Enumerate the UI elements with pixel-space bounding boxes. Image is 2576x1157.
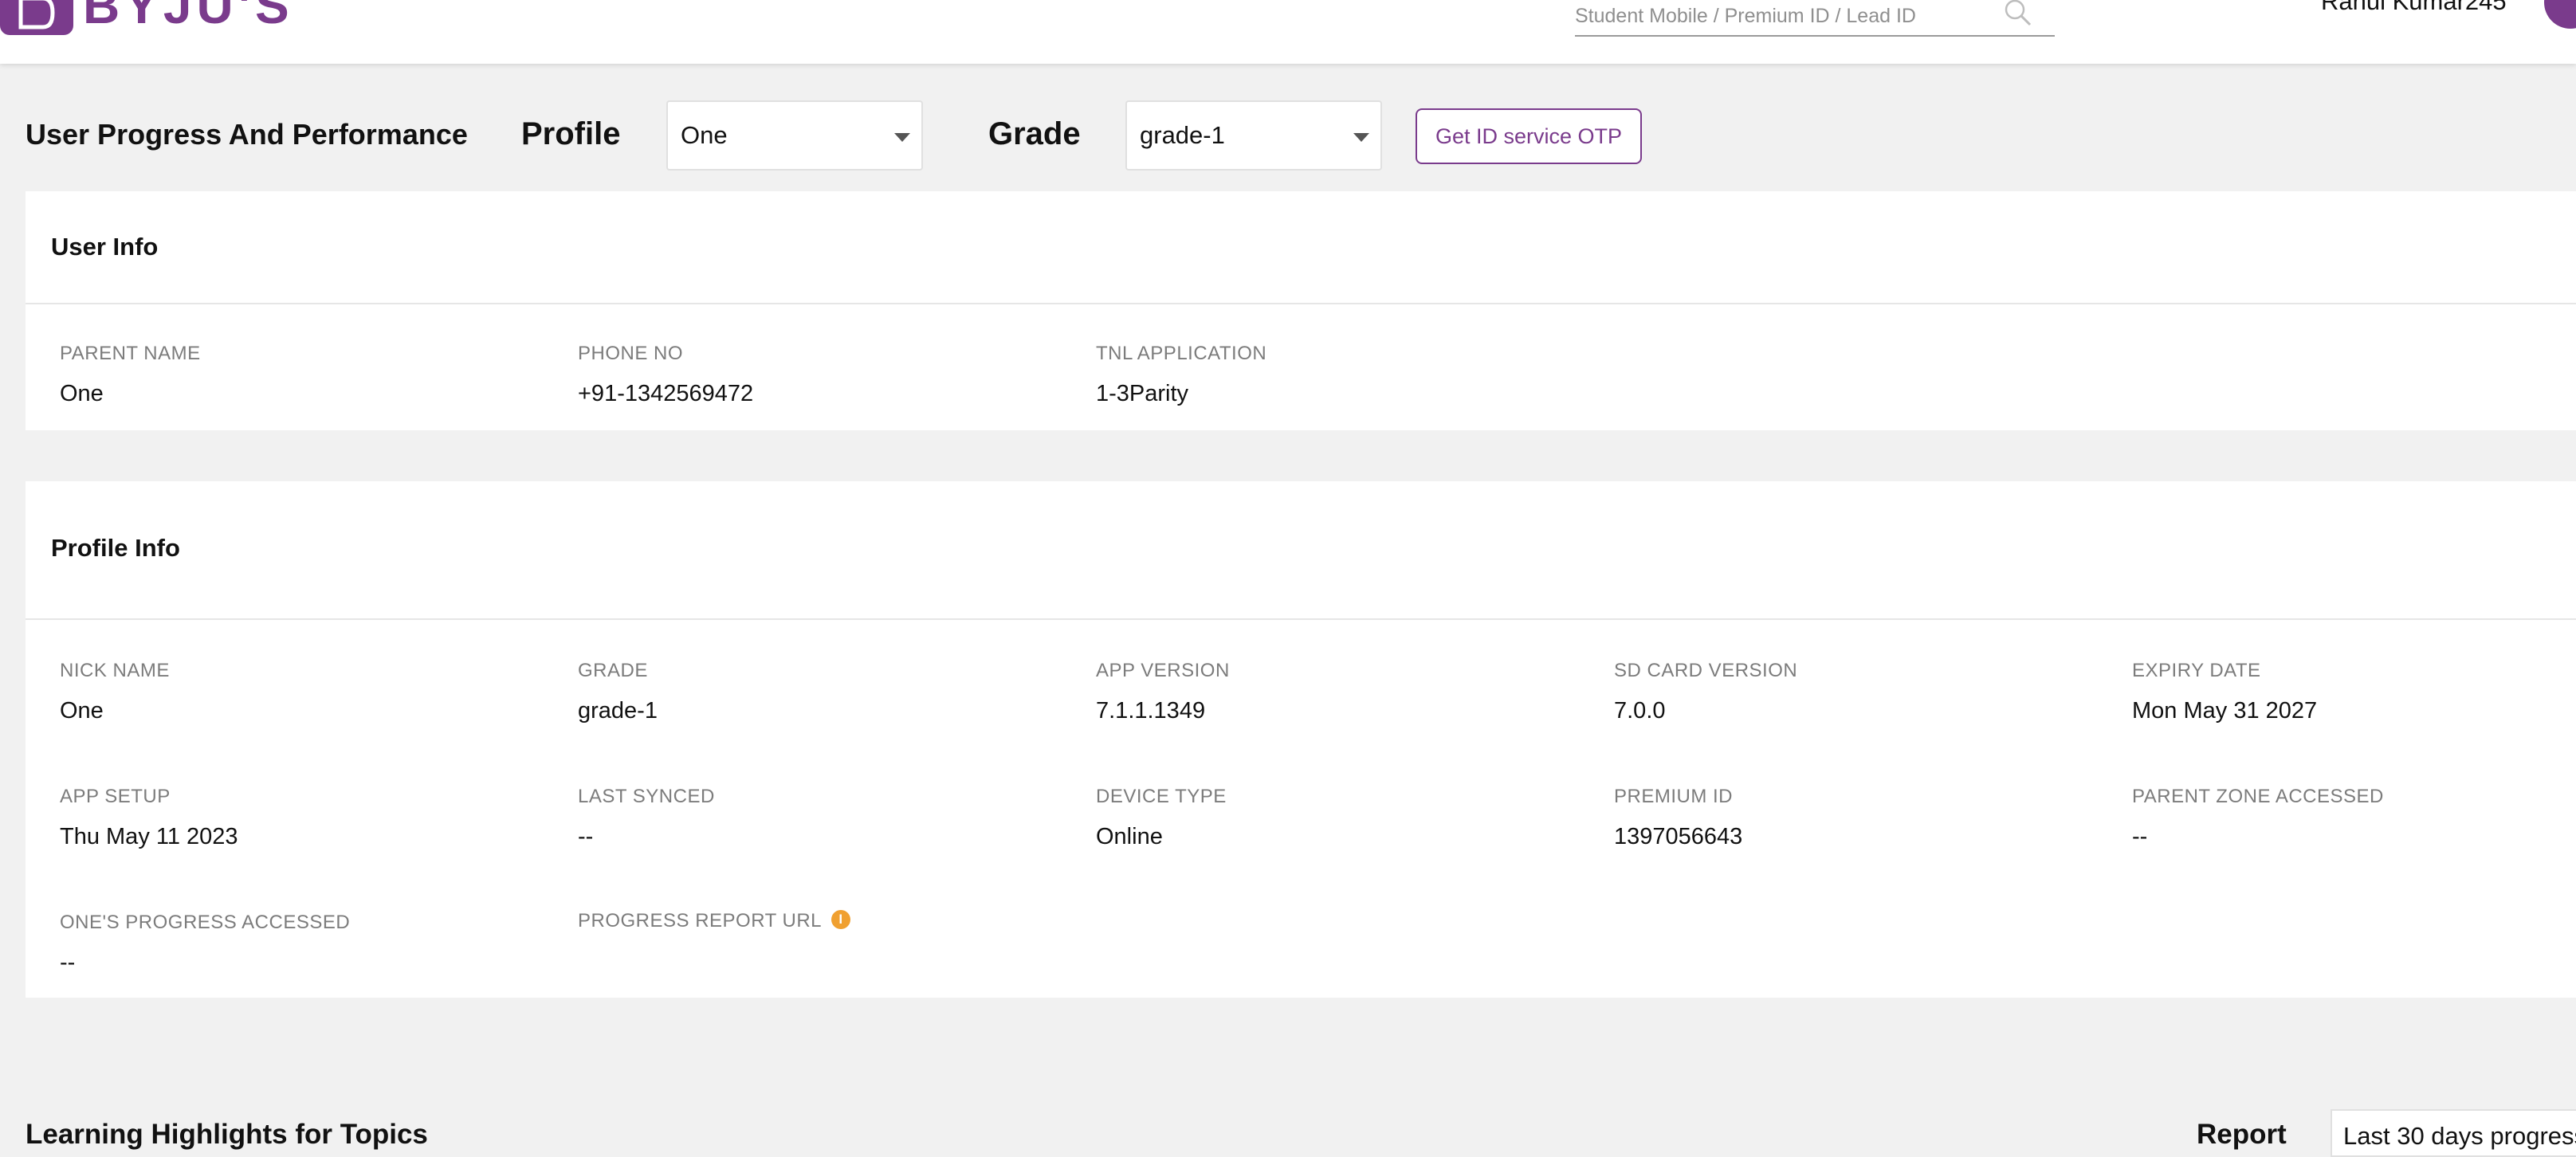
avatar[interactable]: [2544, 0, 2576, 29]
field-value: Online: [1096, 824, 1163, 849]
field-label: PHONE NO: [578, 343, 684, 364]
field-value: --: [578, 824, 594, 849]
search-input[interactable]: [1575, 0, 1989, 32]
search-icon[interactable]: [2002, 0, 2034, 29]
field-premium-id: PREMIUM ID 1397056643: [1614, 786, 1742, 850]
field-value: 7.0.0: [1614, 698, 1666, 724]
field-value: 1-3Parity: [1096, 381, 1189, 406]
field-value: --: [2132, 824, 2148, 849]
field-label: ONE'S PROGRESS ACCESSED: [60, 912, 351, 933]
field-value: One: [60, 698, 104, 724]
chevron-down-icon: [894, 133, 910, 142]
field-value: +91-1342569472: [578, 381, 754, 406]
field-phone-no: PHONE NO +91-1342569472: [578, 343, 753, 407]
field-last-synced: LAST SYNCED --: [578, 786, 715, 850]
report-select[interactable]: Last 30 days progress: [2331, 1109, 2576, 1157]
logo-text[interactable]: BYJU'S: [83, 0, 294, 35]
learning-highlights-title: Learning Highlights for Topics: [26, 1119, 428, 1150]
field-label: PARENT NAME: [60, 343, 201, 364]
profile-label: Profile: [521, 116, 621, 151]
field-progress-report-url: PROGRESS REPORT URL i: [578, 910, 851, 948]
field-value: 1397056643: [1614, 824, 1743, 849]
report-select-value: Last 30 days progress: [2343, 1122, 2576, 1150]
user-info-card: User Info PARENT NAME One PHONE NO +91-1…: [26, 191, 2576, 430]
field-tnl-application: TNL APPLICATION 1-3Parity: [1096, 343, 1266, 407]
field-label: APP VERSION: [1096, 660, 1230, 681]
field-grade: GRADE grade-1: [578, 660, 658, 724]
field-label: PREMIUM ID: [1614, 786, 1733, 807]
report-label: Report: [2197, 1119, 2287, 1150]
field-value: One: [60, 381, 104, 406]
field-sd-card-version: SD CARD VERSION 7.0.0: [1614, 660, 1797, 724]
field-app-version: APP VERSION 7.1.1.1349: [1096, 660, 1230, 724]
byjus-logo-icon[interactable]: [0, 0, 73, 35]
field-label: PARENT ZONE ACCESSED: [2132, 786, 2384, 807]
get-otp-button[interactable]: Get ID service OTP: [1416, 108, 1642, 164]
divider: [26, 618, 2576, 620]
profile-select[interactable]: One: [666, 100, 923, 171]
grade-select-value: grade-1: [1140, 121, 1225, 149]
chevron-down-icon: [1353, 133, 1369, 142]
field-label: GRADE: [578, 660, 648, 681]
profile-info-title: Profile Info: [51, 534, 180, 562]
field-value: Thu May 11 2023: [60, 824, 238, 849]
user-info-title: User Info: [51, 233, 159, 261]
field-label: NICK NAME: [60, 660, 170, 681]
field-progress-accessed: ONE'S PROGRESS ACCESSED --: [60, 912, 350, 976]
field-label: LAST SYNCED: [578, 786, 715, 807]
grade-select[interactable]: grade-1: [1125, 100, 1382, 171]
field-label: EXPIRY DATE: [2132, 660, 2261, 681]
grade-label: Grade: [988, 116, 1081, 151]
field-expiry-date: EXPIRY DATE Mon May 31 2027: [2132, 660, 2317, 724]
field-label: DEVICE TYPE: [1096, 786, 1227, 807]
field-label: TNL APPLICATION: [1096, 343, 1267, 364]
field-label: APP SETUP: [60, 786, 171, 807]
search-bar[interactable]: [1575, 0, 2055, 37]
field-value: --: [60, 950, 76, 975]
user-name[interactable]: Rahul Kumar245: [2321, 0, 2507, 16]
profile-select-value: One: [681, 121, 728, 149]
field-value: 7.1.1.1349: [1096, 698, 1206, 724]
field-parent-zone-accessed: PARENT ZONE ACCESSED --: [2132, 786, 2384, 850]
field-label-row: PROGRESS REPORT URL i: [578, 910, 851, 932]
field-label: SD CARD VERSION: [1614, 660, 1798, 681]
top-header: BYJU'S Rahul Kumar245: [0, 0, 2576, 64]
profile-info-card: Profile Info NICK NAME One GRADE grade-1…: [26, 481, 2576, 998]
field-parent-name: PARENT NAME One: [60, 343, 201, 407]
field-device-type: DEVICE TYPE Online: [1096, 786, 1227, 850]
page-title: User Progress And Performance: [26, 118, 468, 151]
info-icon[interactable]: i: [831, 910, 851, 929]
field-app-setup: APP SETUP Thu May 11 2023: [60, 786, 238, 850]
field-value: grade-1: [578, 698, 658, 724]
divider: [26, 303, 2576, 304]
field-nick-name: NICK NAME One: [60, 660, 170, 724]
field-value: Mon May 31 2027: [2132, 698, 2318, 724]
field-label: PROGRESS REPORT URL: [578, 910, 823, 931]
